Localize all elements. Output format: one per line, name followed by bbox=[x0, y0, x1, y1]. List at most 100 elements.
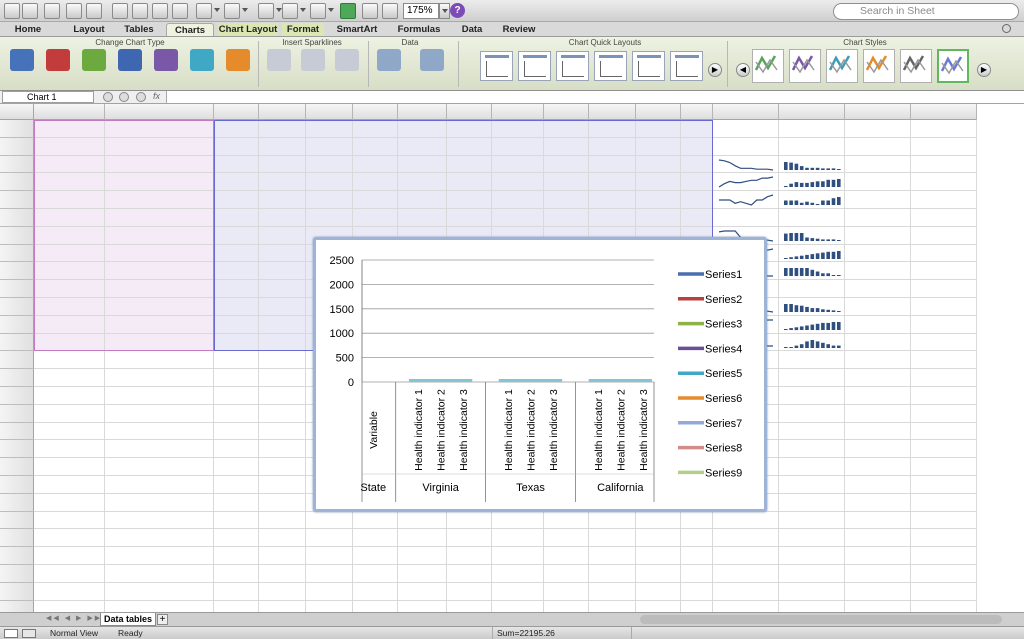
quick-layout-6-button[interactable] bbox=[670, 51, 703, 81]
cell[interactable] bbox=[214, 493, 259, 512]
cell[interactable] bbox=[259, 351, 306, 370]
cell[interactable] bbox=[911, 137, 977, 156]
column-header-F[interactable] bbox=[353, 104, 398, 120]
column-header-G[interactable] bbox=[398, 104, 447, 120]
tab-home[interactable]: Home bbox=[2, 23, 54, 36]
cell[interactable] bbox=[589, 529, 636, 548]
cell[interactable] bbox=[779, 404, 845, 423]
cell[interactable] bbox=[589, 600, 636, 612]
sparkline-column-button[interactable] bbox=[296, 49, 330, 89]
cell[interactable] bbox=[259, 369, 306, 387]
cell[interactable] bbox=[306, 582, 353, 601]
cell[interactable] bbox=[845, 440, 911, 459]
cell[interactable] bbox=[105, 493, 214, 512]
cell[interactable] bbox=[911, 600, 977, 612]
row-header-27[interactable] bbox=[0, 582, 34, 601]
column-header-K[interactable] bbox=[589, 104, 636, 120]
row-header-24[interactable] bbox=[0, 529, 34, 548]
sheet-tab-data-tables[interactable]: Data tables bbox=[100, 613, 156, 626]
cell[interactable] bbox=[589, 582, 636, 601]
cell[interactable] bbox=[259, 493, 306, 512]
cell[interactable] bbox=[845, 511, 911, 530]
cell[interactable] bbox=[34, 422, 105, 441]
column-header-O[interactable] bbox=[779, 104, 845, 120]
cell[interactable] bbox=[306, 529, 353, 548]
cell[interactable] bbox=[34, 369, 105, 387]
cell[interactable] bbox=[845, 155, 911, 174]
chart-style-2-button[interactable] bbox=[789, 49, 821, 83]
chart-type-line-button[interactable] bbox=[40, 49, 76, 89]
chart-object[interactable]: 0 500 1000 1500 2000 2500 Variable State Health … bbox=[313, 237, 767, 512]
cell[interactable] bbox=[34, 529, 105, 548]
cell[interactable] bbox=[845, 476, 911, 494]
undo-icon[interactable] bbox=[196, 3, 212, 19]
cell[interactable] bbox=[447, 547, 492, 565]
cell[interactable] bbox=[911, 315, 977, 334]
cell[interactable] bbox=[681, 547, 713, 565]
cell[interactable] bbox=[259, 565, 306, 583]
cell[interactable] bbox=[845, 137, 911, 156]
cell[interactable] bbox=[105, 369, 214, 387]
templates-icon[interactable] bbox=[22, 3, 38, 19]
page-layout-view-icon[interactable] bbox=[22, 629, 36, 638]
cell[interactable] bbox=[105, 458, 214, 476]
cell[interactable] bbox=[589, 511, 636, 530]
cell[interactable] bbox=[398, 511, 447, 530]
name-box[interactable]: Chart 1 bbox=[2, 91, 94, 103]
cell[interactable] bbox=[911, 298, 977, 316]
cell[interactable] bbox=[306, 565, 353, 583]
chart-type-pie-button[interactable] bbox=[76, 49, 112, 89]
enter-icon[interactable] bbox=[119, 92, 129, 102]
data-select-button[interactable] bbox=[372, 49, 406, 89]
cell[interactable] bbox=[713, 529, 779, 548]
cell[interactable] bbox=[105, 404, 214, 423]
cut-icon[interactable] bbox=[112, 3, 128, 19]
styles-prev-button[interactable]: ◀ bbox=[736, 63, 750, 77]
cell[interactable] bbox=[353, 529, 398, 548]
zoom-dropdown-button[interactable] bbox=[439, 3, 450, 19]
cell[interactable] bbox=[492, 565, 544, 583]
cell[interactable] bbox=[845, 333, 911, 352]
cell[interactable] bbox=[911, 547, 977, 565]
sparkline-line-button[interactable] bbox=[262, 49, 296, 89]
cell[interactable] bbox=[911, 351, 977, 370]
cell[interactable] bbox=[492, 582, 544, 601]
cell[interactable] bbox=[214, 422, 259, 441]
copy-icon[interactable] bbox=[132, 3, 148, 19]
cell[interactable] bbox=[911, 387, 977, 405]
column-header-P[interactable] bbox=[845, 104, 911, 120]
cell[interactable] bbox=[259, 387, 306, 405]
cell[interactable] bbox=[492, 511, 544, 530]
cell[interactable] bbox=[259, 422, 306, 441]
column-sparkline[interactable] bbox=[782, 228, 844, 244]
cell[interactable] bbox=[845, 600, 911, 612]
row-header-17[interactable] bbox=[0, 404, 34, 423]
cell[interactable] bbox=[544, 565, 589, 583]
cell[interactable] bbox=[779, 422, 845, 441]
cell[interactable] bbox=[681, 511, 713, 530]
row-header-18[interactable] bbox=[0, 422, 34, 441]
row-header-21[interactable] bbox=[0, 476, 34, 494]
search-in-sheet-input[interactable]: Search in Sheet bbox=[833, 3, 1019, 20]
cell[interactable] bbox=[713, 582, 779, 601]
cell[interactable] bbox=[681, 582, 713, 601]
cell[interactable] bbox=[713, 565, 779, 583]
data-switch-plot-button[interactable] bbox=[408, 49, 456, 89]
column-header-L[interactable] bbox=[636, 104, 681, 120]
cell[interactable] bbox=[845, 422, 911, 441]
cell[interactable] bbox=[779, 387, 845, 405]
format-icon[interactable] bbox=[172, 3, 188, 19]
cancel-icon[interactable] bbox=[103, 92, 113, 102]
quick-layout-2-button[interactable] bbox=[518, 51, 551, 81]
cell[interactable] bbox=[214, 404, 259, 423]
row-header-4[interactable] bbox=[0, 173, 34, 192]
cell[interactable] bbox=[447, 511, 492, 530]
cell[interactable] bbox=[398, 547, 447, 565]
column-header-A[interactable] bbox=[34, 104, 105, 120]
cell[interactable] bbox=[845, 547, 911, 565]
chart-type-column-button[interactable] bbox=[4, 49, 40, 89]
cell[interactable] bbox=[589, 565, 636, 583]
cell[interactable] bbox=[713, 137, 779, 156]
cell[interactable] bbox=[259, 529, 306, 548]
cell[interactable] bbox=[845, 351, 911, 370]
